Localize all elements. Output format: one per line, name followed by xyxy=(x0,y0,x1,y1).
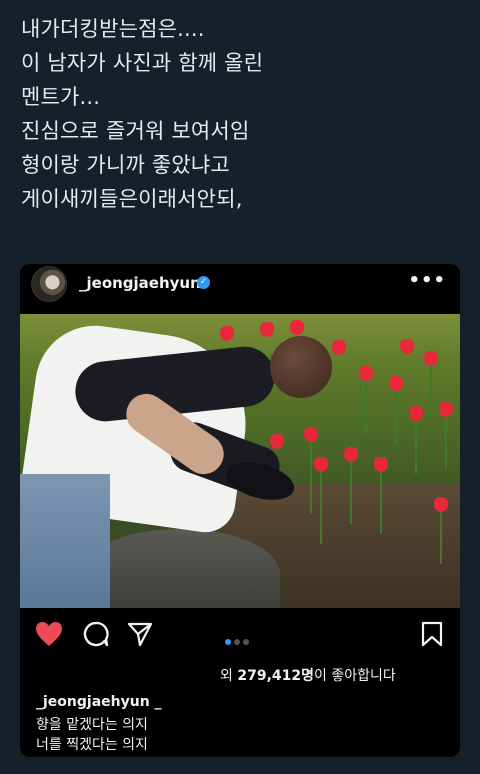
carousel-dots xyxy=(225,630,252,649)
carousel-dot xyxy=(234,639,240,645)
tweet-line: 멘트가... xyxy=(21,85,101,109)
tweet-line: 이 남자가 사진과 함께 올린 xyxy=(21,51,264,75)
bookmark-icon[interactable] xyxy=(420,620,444,648)
post-username[interactable]: _jeongjaehyun xyxy=(79,274,201,292)
avatar[interactable] xyxy=(31,266,67,302)
likes-prefix: 외 xyxy=(220,668,233,684)
tweet-line: 진심으로 즐거워 보여서임 xyxy=(21,119,250,143)
comment-icon[interactable] xyxy=(82,620,110,648)
carousel-dot xyxy=(225,639,231,645)
instagram-post-card[interactable]: _jeongjaehyun ✓ ••• 외 279,412명이 좋아합니다 _j… xyxy=(20,264,460,757)
likes-suffix: 이 좋아합니다 xyxy=(314,668,396,684)
share-icon[interactable] xyxy=(126,620,154,648)
jeans xyxy=(20,474,110,608)
caption-username[interactable]: _jeongjaehyun _ xyxy=(36,694,162,710)
carousel-dot xyxy=(243,639,249,645)
caption-line: 너를 찍겠다는 의지 xyxy=(36,737,148,753)
post-header: _jeongjaehyun ✓ ••• xyxy=(20,264,460,314)
post-actions xyxy=(20,616,460,656)
tweet-text: 내가더킹받는점은.... 이 남자가 사진과 함께 올린 멘트가... 진심으로… xyxy=(21,12,461,216)
heart-icon[interactable] xyxy=(34,620,64,648)
more-dots-icon[interactable]: ••• xyxy=(408,270,446,291)
likes-number: 279,412명 xyxy=(237,668,314,684)
caption-line: 향을 맡겠다는 의지 xyxy=(36,717,148,733)
likes-count[interactable]: 외 279,412명이 좋아합니다 xyxy=(220,665,396,685)
tweet-line: 내가더킹받는점은.... xyxy=(21,17,205,41)
post-photo[interactable] xyxy=(20,314,460,608)
tweet-line: 게이새끼들은이래서안되, xyxy=(21,187,243,211)
head xyxy=(270,336,332,398)
tweet-line: 형이랑 가니까 좋았냐고 xyxy=(21,153,230,177)
verified-badge-icon: ✓ xyxy=(197,276,210,289)
